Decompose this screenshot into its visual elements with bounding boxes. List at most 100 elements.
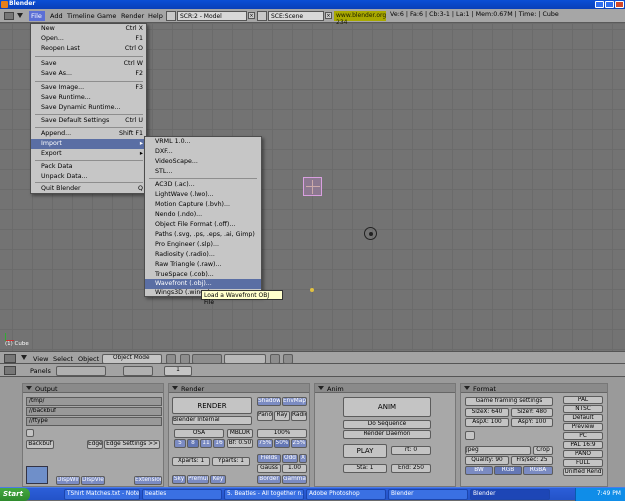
import-item-dxf[interactable]: DXF... bbox=[145, 147, 261, 157]
task-notepad[interactable]: TShirt Matches.txt - Note... bbox=[64, 489, 140, 500]
import-item-radiosity[interactable]: Radiosity (.radio)... bbox=[145, 250, 261, 260]
menu-item-quit[interactable]: Quit Blender Q bbox=[31, 184, 146, 194]
import-item-pro-engineer[interactable]: Pro Engineer (.slp)... bbox=[145, 240, 261, 250]
dispview-button[interactable]: DispView bbox=[81, 476, 105, 485]
preset-pano-button[interactable]: PANO bbox=[563, 450, 603, 458]
pivot-icon[interactable] bbox=[180, 354, 190, 364]
preset-ntsc-button[interactable]: NTSC bbox=[563, 405, 603, 413]
osa-5-button[interactable]: 5 bbox=[174, 439, 186, 448]
import-item-paths[interactable]: Paths (.svg, .ps, .eps, .ai, Gimp) bbox=[145, 230, 261, 240]
task-beatles-folder[interactable]: beatles bbox=[142, 489, 222, 500]
menu-item-unpack-data[interactable]: Unpack Data... bbox=[31, 172, 146, 182]
render-button[interactable]: RENDER bbox=[172, 397, 252, 414]
odd-button[interactable]: Odd bbox=[282, 454, 298, 463]
lock-icon[interactable] bbox=[270, 354, 280, 364]
osa-16-button[interactable]: 16 bbox=[213, 439, 225, 448]
file-type-dropdown[interactable]: Jpeg bbox=[465, 446, 531, 455]
menu-add[interactable]: Add bbox=[50, 12, 63, 20]
blur-factor-field[interactable]: Bf: 0.50 bbox=[227, 439, 253, 448]
menu-item-save[interactable]: Save Ctrl W bbox=[31, 59, 146, 69]
editor-type-icon[interactable] bbox=[4, 12, 14, 20]
gauss-value-field[interactable]: 1.00 bbox=[282, 464, 307, 473]
preset-pc-button[interactable]: PC bbox=[563, 432, 603, 440]
menu-item-save-as[interactable]: Save As... F2 bbox=[31, 69, 146, 79]
size-25-button[interactable]: 25% bbox=[291, 439, 307, 448]
end-frame-field[interactable]: End: 250 bbox=[391, 464, 431, 473]
menu-file[interactable]: File bbox=[29, 11, 45, 21]
fps-field[interactable]: Frs/sec: 25 bbox=[511, 456, 553, 465]
menu-help[interactable]: Help bbox=[148, 12, 163, 20]
panel-header[interactable]: Render bbox=[169, 384, 309, 393]
fields-button[interactable]: Fields bbox=[257, 454, 281, 463]
size-50-button[interactable]: 50% bbox=[274, 439, 290, 448]
menu-item-open[interactable]: Open... F1 bbox=[31, 34, 146, 44]
size-100-button[interactable]: 100% bbox=[257, 429, 307, 438]
x-button[interactable]: X bbox=[299, 454, 307, 463]
layer-buttons[interactable] bbox=[224, 354, 266, 364]
task-winamp[interactable]: 5. Beatles - All together n... bbox=[224, 489, 304, 500]
close-button[interactable] bbox=[615, 1, 624, 8]
preset-pal169-button[interactable]: PAL 16:9 bbox=[563, 441, 603, 449]
sizex-field[interactable]: SizeX: 640 bbox=[465, 408, 509, 417]
edge-settings-button[interactable]: Edge Settings >> bbox=[104, 440, 160, 449]
context-buttons[interactable] bbox=[56, 366, 106, 376]
quality-field[interactable]: Quality: 90 bbox=[465, 456, 509, 465]
output-path-field[interactable]: /tmp/ bbox=[26, 397, 162, 406]
import-item-stl[interactable]: STL... bbox=[145, 167, 261, 177]
menu-item-export[interactable]: Export ▸ bbox=[31, 149, 146, 159]
camera-icon[interactable] bbox=[364, 227, 377, 240]
preset-pal-button[interactable]: PAL bbox=[563, 396, 603, 404]
panels-menu[interactable]: Panels bbox=[30, 368, 51, 375]
extensions-button[interactable]: Extension bbox=[134, 476, 162, 485]
aspx-field[interactable]: AspX: 100 bbox=[465, 418, 509, 427]
collapse-menu-icon[interactable] bbox=[21, 355, 27, 360]
menu-item-new[interactable]: New Ctrl X bbox=[31, 24, 146, 34]
editor-type-icon[interactable] bbox=[4, 366, 16, 375]
menu-item-save-image[interactable]: Save Image... F3 bbox=[31, 83, 146, 93]
subcontext-buttons[interactable] bbox=[123, 366, 153, 376]
import-item-motion-capture[interactable]: Motion Capture (.bvh)... bbox=[145, 200, 261, 210]
scene-link-icon[interactable] bbox=[26, 429, 34, 437]
preset-preview-button[interactable]: Preview bbox=[563, 423, 603, 431]
sky-button[interactable]: Sky bbox=[172, 475, 186, 484]
panel-header[interactable]: Format bbox=[461, 384, 607, 393]
shadow-button[interactable]: Shadow bbox=[257, 397, 281, 406]
menu-item-save-default-settings[interactable]: Save Default Settings Ctrl U bbox=[31, 116, 146, 126]
menu-item-import[interactable]: Import ▸ bbox=[31, 139, 146, 149]
preset-default-button[interactable]: Default bbox=[563, 414, 603, 422]
lamp-icon[interactable] bbox=[310, 288, 314, 292]
sizey-field[interactable]: SizeY: 480 bbox=[511, 408, 553, 417]
bw-button[interactable]: BW bbox=[465, 466, 493, 475]
mblur-button[interactable]: MBLUR bbox=[227, 429, 253, 438]
osa-11-button[interactable]: 11 bbox=[200, 439, 212, 448]
game-framing-button[interactable]: Game framing settings bbox=[465, 397, 553, 406]
import-item-videoscape[interactable]: VideoScape... bbox=[145, 157, 261, 167]
rt-field[interactable]: rt: 0 bbox=[391, 446, 431, 455]
screen-browse-icon[interactable] bbox=[166, 11, 176, 21]
key-button[interactable]: Key bbox=[210, 475, 226, 484]
osa-8-button[interactable]: 8 bbox=[187, 439, 199, 448]
import-item-nendo[interactable]: Nendo (.ndo)... bbox=[145, 210, 261, 220]
import-item-off[interactable]: Object File Format (.off)... bbox=[145, 220, 261, 230]
size-75-button[interactable]: 75% bbox=[257, 439, 273, 448]
menu-item-append[interactable]: Append... Shift F1 bbox=[31, 129, 146, 139]
panel-header[interactable]: Anim bbox=[315, 384, 455, 393]
task-blender-active[interactable]: Blender bbox=[470, 489, 550, 500]
panel-header[interactable]: Output bbox=[23, 384, 163, 393]
editor-type-icon[interactable] bbox=[4, 354, 16, 363]
radio-button[interactable]: Radio bbox=[291, 411, 307, 421]
rgb-button[interactable]: RGB bbox=[494, 466, 522, 475]
render-daemon-button[interactable]: Render Daemon bbox=[343, 430, 431, 439]
screen-delete-icon[interactable]: × bbox=[248, 12, 255, 19]
scene-delete-icon[interactable]: × bbox=[325, 12, 332, 19]
frame-field[interactable]: 1 bbox=[164, 366, 192, 376]
menu-object[interactable]: Object bbox=[78, 356, 99, 363]
menu-item-save-dynamic-runtime[interactable]: Save Dynamic Runtime... bbox=[31, 103, 146, 113]
backbuf-path-field[interactable]: //backbuf bbox=[26, 407, 162, 416]
start-button[interactable]: Start bbox=[0, 488, 30, 501]
mode-dropdown[interactable]: Object Mode bbox=[102, 354, 162, 364]
rgba-button[interactable]: RGBA bbox=[523, 466, 553, 475]
import-item-lightwave[interactable]: LightWave (.lwo)... bbox=[145, 190, 261, 200]
unified-render-button[interactable]: Unified Rend bbox=[563, 468, 603, 476]
osa-button[interactable]: OSA bbox=[174, 429, 224, 438]
